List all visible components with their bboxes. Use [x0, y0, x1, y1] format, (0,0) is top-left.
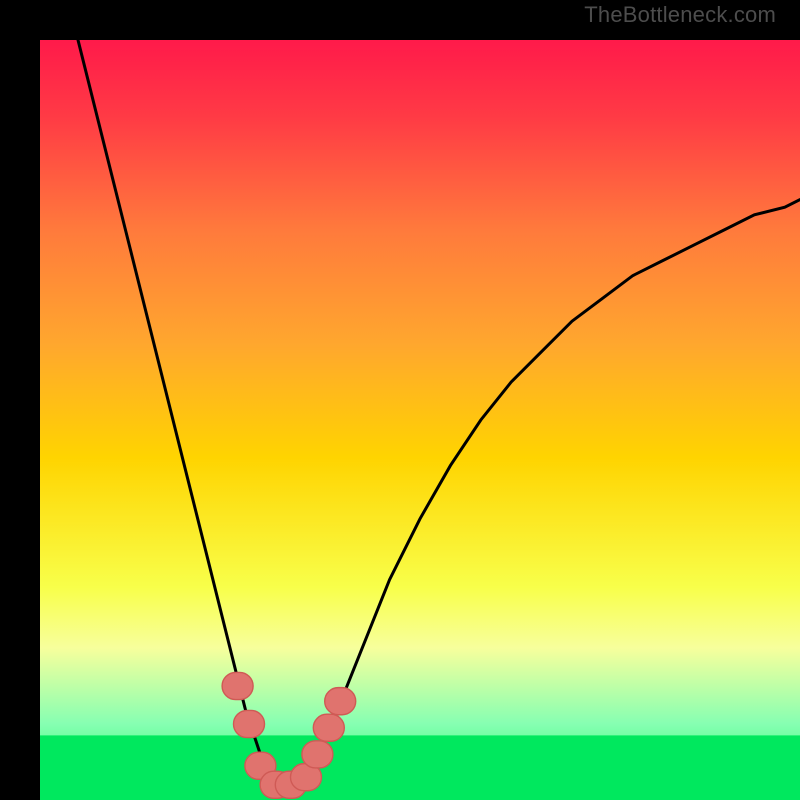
optimal-zone-band: [40, 735, 800, 800]
data-marker: [302, 741, 333, 768]
watermark-text: TheBottleneck.com: [584, 2, 776, 28]
chart-frame: [20, 20, 780, 780]
heat-gradient-background: [40, 40, 800, 800]
data-marker: [325, 688, 356, 715]
data-marker: [234, 710, 265, 737]
data-marker: [313, 714, 344, 741]
bottleneck-chart: [40, 40, 800, 800]
data-marker: [222, 672, 253, 699]
